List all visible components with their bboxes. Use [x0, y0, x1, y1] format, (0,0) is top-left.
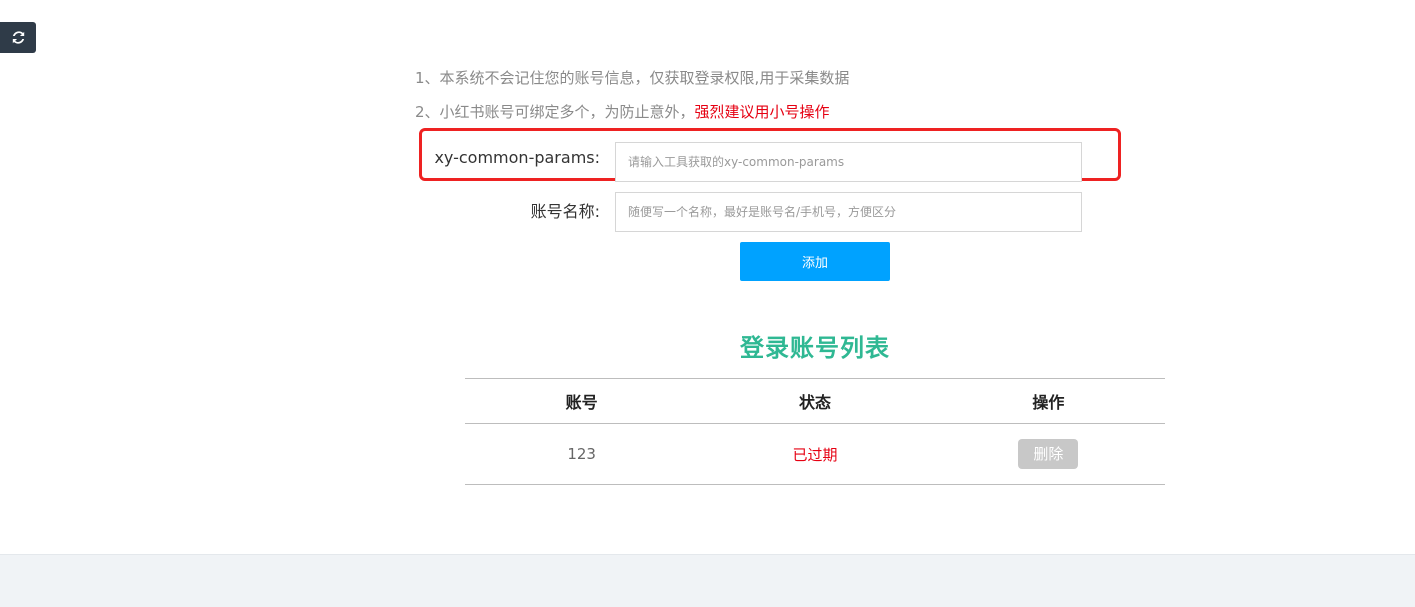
params-label: xy-common-params: [434, 148, 600, 167]
notice-line-1: 1、本系统不会记住您的账号信息，仅获取登录权限,用于采集数据 [415, 69, 850, 87]
account-table: 账号 状态 操作 123 已过期 删除 [465, 378, 1165, 485]
add-button[interactable]: 添加 [740, 242, 890, 281]
table-header-row: 账号 状态 操作 [465, 378, 1165, 424]
column-header-action: 操作 [1032, 393, 1065, 412]
footer-band [0, 554, 1415, 607]
refresh-icon [12, 31, 24, 44]
notice-line-2-text: 2、小红书账号可绑定多个，为防止意外， [415, 103, 695, 121]
action-cell: 删除 [932, 424, 1165, 485]
status-cell: 已过期 [792, 445, 838, 464]
page: 1、本系统不会记住您的账号信息，仅获取登录权限,用于采集数据 2、小红书账号可绑… [0, 0, 1415, 607]
column-header-account: 账号 [565, 393, 598, 412]
account-name-label: 账号名称: [530, 202, 600, 221]
notice-warning: 强烈建议用小号操作 [694, 103, 830, 121]
refresh-button[interactable] [0, 22, 36, 53]
notice-line-2: 2、小红书账号可绑定多个，为防止意外，强烈建议用小号操作 [415, 101, 830, 122]
params-input[interactable] [615, 142, 1082, 182]
account-cell: 123 [567, 445, 596, 463]
account-name-input[interactable] [615, 192, 1082, 232]
delete-button[interactable]: 删除 [1018, 439, 1079, 469]
column-header-status: 状态 [798, 393, 831, 412]
table-row: 123 已过期 删除 [465, 424, 1165, 485]
account-list-title: 登录账号列表 [740, 334, 890, 362]
